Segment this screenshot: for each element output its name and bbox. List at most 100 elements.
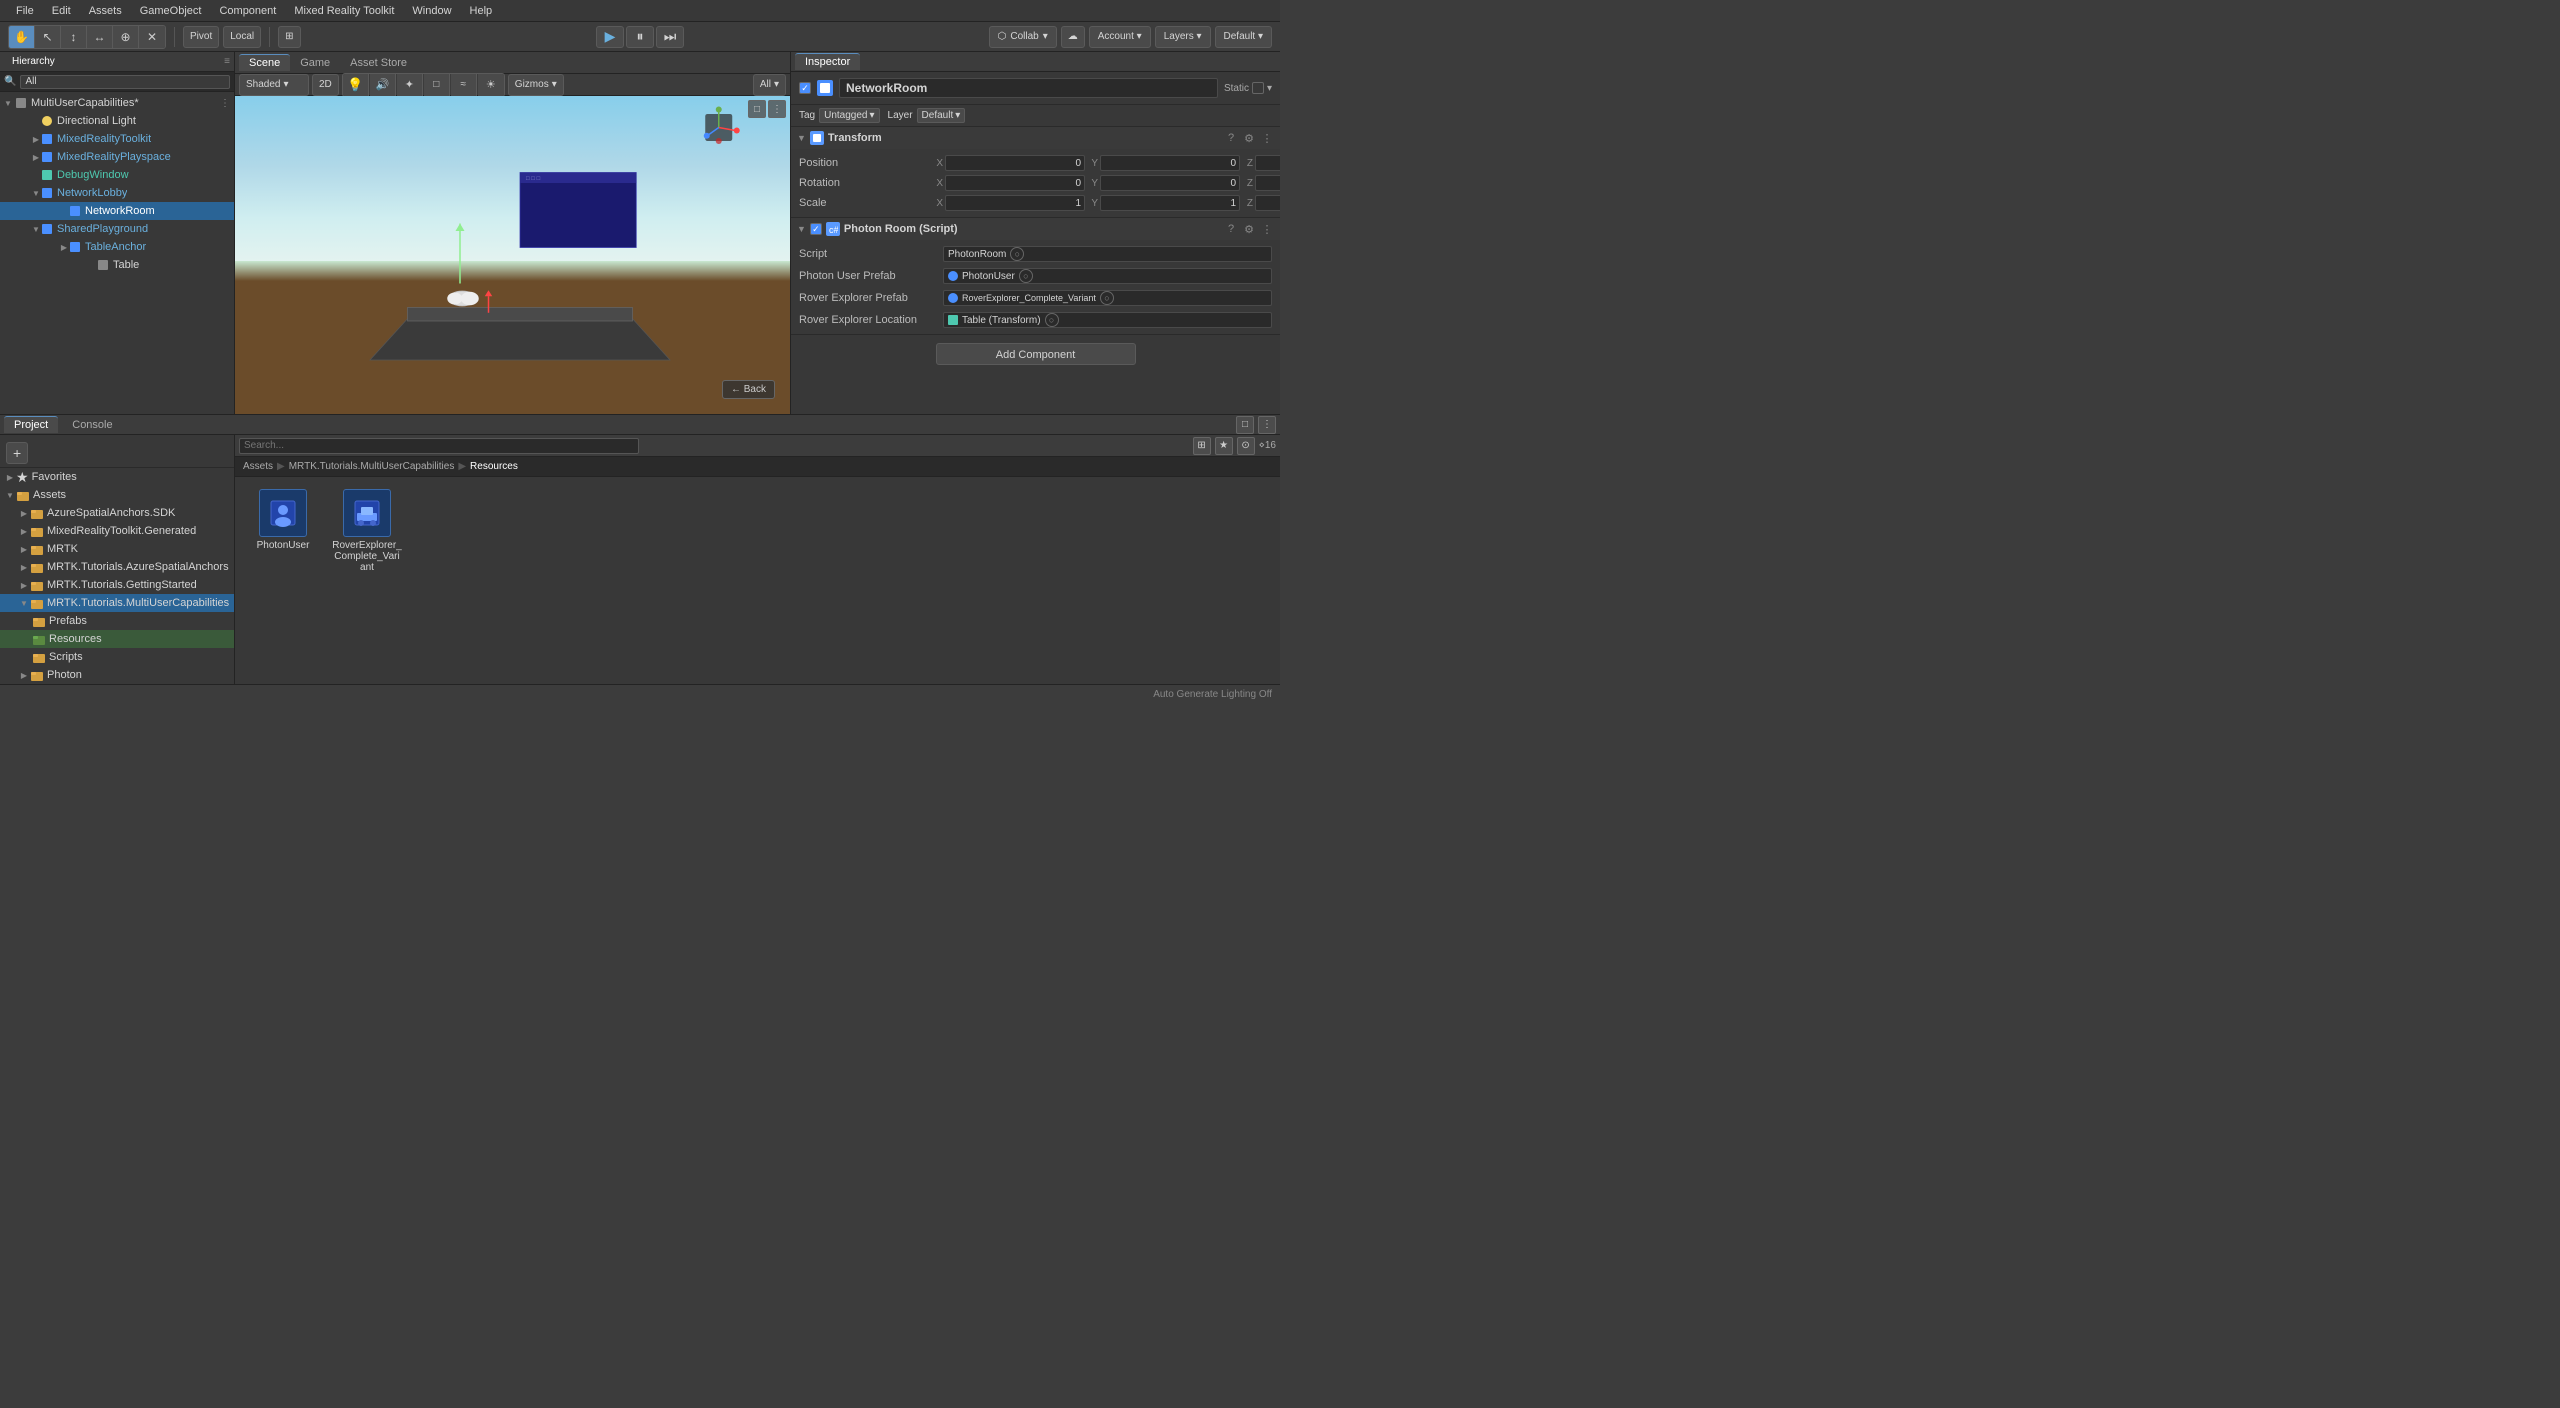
hierarchy-search-input[interactable] [20, 75, 230, 89]
project-item-prefabs[interactable]: Prefabs [0, 612, 234, 630]
project-search-input[interactable] [239, 438, 639, 454]
local-button[interactable]: Local [223, 26, 261, 48]
tree-item-dirlight[interactable]: Directional Light [0, 112, 234, 130]
project-item-assets[interactable]: ▼ Assets [0, 486, 234, 504]
menu-edit[interactable]: Edit [44, 3, 79, 19]
project-add-btn[interactable]: + [6, 442, 28, 464]
tree-item-debugwindow[interactable]: DebugWindow [0, 166, 234, 184]
rover-explorer-ref-field[interactable]: RoverExplorer_Complete_Variant ○ [943, 290, 1272, 306]
transform-overflow-btn[interactable]: ⋮ [1260, 131, 1274, 145]
position-x-input[interactable] [945, 155, 1085, 171]
project-item-mrtk-gen[interactable]: ▶ MixedRealityToolkit.Generated [0, 522, 234, 540]
transform-header[interactable]: ▼ Transform ? ⚙ ⋮ [791, 127, 1280, 149]
default-dropdown[interactable]: Default ▾ [1215, 26, 1272, 48]
tree-item-mrplayspace[interactable]: ▶ MixedRealityPlayspace [0, 148, 234, 166]
multiuser-menu[interactable]: ⋮ [220, 98, 230, 109]
rotation-z-input[interactable] [1255, 175, 1280, 191]
photon-room-header[interactable]: ▼ ✓ c# Photon Room (Script) ? ⚙ ⋮ [791, 218, 1280, 240]
tree-item-table[interactable]: Table [0, 256, 234, 274]
file-rover-explorer[interactable]: RoverExplorer_Complete_Variant [327, 485, 407, 676]
hierarchy-tab[interactable]: Hierarchy [4, 55, 63, 68]
rotate-tool[interactable]: ↕ [61, 26, 87, 48]
photon-room-overflow-btn[interactable]: ⋮ [1260, 222, 1274, 236]
menu-window[interactable]: Window [404, 3, 459, 19]
scale-tool[interactable]: ↔ [87, 26, 113, 48]
maximize-bottom-btn[interactable]: □ [1236, 416, 1254, 434]
move-tool[interactable]: ↖ [35, 26, 61, 48]
search-fav-btn[interactable]: ★ [1215, 437, 1233, 455]
layer-dropdown[interactable]: Default ▾ [917, 108, 966, 123]
tab-project[interactable]: Project [4, 416, 58, 433]
script-ref-field[interactable]: PhotonRoom ○ [943, 246, 1272, 262]
pivot-button[interactable]: Pivot [183, 26, 219, 48]
tree-item-networklobby[interactable]: ▼ NetworkLobby [0, 184, 234, 202]
gameobject-name-input[interactable] [839, 78, 1218, 98]
all-dropdown[interactable]: All ▾ [753, 74, 786, 96]
photon-user-ref-field[interactable]: PhotonUser ○ [943, 268, 1272, 284]
rover-location-ref-field[interactable]: Table (Transform) ○ [943, 312, 1272, 328]
scale-z-input[interactable] [1255, 195, 1280, 211]
layers-dropdown[interactable]: Layers ▾ [1155, 26, 1211, 48]
project-item-scripts[interactable]: Scripts [0, 648, 234, 666]
tree-item-sharedplayground[interactable]: ▼ SharedPlayground [0, 220, 234, 238]
tab-console[interactable]: Console [62, 417, 122, 433]
scale-x-input[interactable] [945, 195, 1085, 211]
2d-button[interactable]: 2D [312, 74, 339, 96]
project-item-mrtk[interactable]: ▶ MRTK [0, 540, 234, 558]
rotation-y-input[interactable] [1100, 175, 1240, 191]
project-item-photon[interactable]: ▶ Photon [0, 666, 234, 684]
hand-tool[interactable]: ✋ [9, 26, 35, 48]
transform-help-btn[interactable]: ? [1224, 131, 1238, 145]
photon-room-help-btn[interactable]: ? [1224, 222, 1238, 236]
scale-y-input[interactable] [1100, 195, 1240, 211]
lighting-btn[interactable]: 💡 [343, 74, 369, 96]
photon-room-active[interactable]: ✓ [810, 223, 822, 235]
file-photon-user[interactable]: PhotonUser [243, 485, 323, 676]
back-button[interactable]: ← Back [722, 380, 775, 399]
shading-dropdown[interactable]: Shaded ▾ [239, 74, 309, 96]
menu-help[interactable]: Help [462, 3, 501, 19]
tree-item-multiuser[interactable]: ▼ MultiUserCapabilities* ⋮ [0, 94, 234, 112]
scene-view[interactable]: □ □ □ [235, 96, 790, 414]
project-item-azure-tutorials[interactable]: ▶ MRTK.Tutorials.AzureSpatialAnchors [0, 558, 234, 576]
search-label-btn[interactable]: ⊙ [1237, 437, 1255, 455]
step-button[interactable]: ⏭ [656, 26, 684, 48]
static-dropdown[interactable]: ▾ [1267, 83, 1272, 94]
cloud-button[interactable]: ☁ [1061, 26, 1085, 48]
rect-tool[interactable]: ⊕ [113, 26, 139, 48]
project-item-azure[interactable]: ▶ AzureSpatialAnchors.SDK [0, 504, 234, 522]
position-z-input[interactable] [1255, 155, 1280, 171]
bottom-settings-btn[interactable]: ⋮ [1258, 416, 1276, 434]
hierarchy-menu-icon[interactable]: ≡ [224, 56, 230, 67]
transform-tool[interactable]: ✕ [139, 26, 165, 48]
menu-file[interactable]: File [8, 3, 42, 19]
tree-item-mrtoolkit[interactable]: ▶ MixedRealityToolkit [0, 130, 234, 148]
audio-btn[interactable]: 🔊 [370, 74, 396, 96]
snap-button[interactable]: ⊞ [278, 26, 300, 48]
rover-location-ref-btn[interactable]: ○ [1045, 313, 1059, 327]
maximize-scene-btn[interactable]: □ [748, 100, 766, 118]
photon-user-ref-btn[interactable]: ○ [1019, 269, 1033, 283]
gizmos-dropdown[interactable]: Gizmos ▾ [508, 74, 564, 96]
flare-btn[interactable]: ☀ [478, 74, 504, 96]
tree-item-networkroom[interactable]: NetworkRoom [0, 202, 234, 220]
project-item-multiuser-cap[interactable]: ▼ MRTK.Tutorials.MultiUserCapabilities [0, 594, 234, 612]
static-checkbox[interactable] [1252, 82, 1264, 94]
tab-game[interactable]: Game [290, 55, 340, 71]
search-filter-btn[interactable]: ⊞ [1193, 437, 1211, 455]
pause-button[interactable]: ⏸ [626, 26, 654, 48]
breadcrumb-assets[interactable]: Assets [243, 461, 273, 472]
photon-room-settings-btn[interactable]: ⚙ [1242, 222, 1256, 236]
play-button[interactable]: ▶ [596, 26, 624, 48]
add-component-button[interactable]: Add Component [936, 343, 1136, 365]
account-dropdown[interactable]: Account ▾ [1089, 26, 1151, 48]
position-y-input[interactable] [1100, 155, 1240, 171]
fx-btn[interactable]: ✦ [397, 74, 423, 96]
tab-asset-store[interactable]: Asset Store [340, 55, 417, 71]
skybox-btn[interactable]: □ [424, 74, 450, 96]
rotation-x-input[interactable] [945, 175, 1085, 191]
menu-gameobject[interactable]: GameObject [132, 3, 210, 19]
breadcrumb-multiuser[interactable]: MRTK.Tutorials.MultiUserCapabilities [289, 461, 455, 472]
project-item-resources[interactable]: Resources [0, 630, 234, 648]
scene-settings-btn[interactable]: ⋮ [768, 100, 786, 118]
